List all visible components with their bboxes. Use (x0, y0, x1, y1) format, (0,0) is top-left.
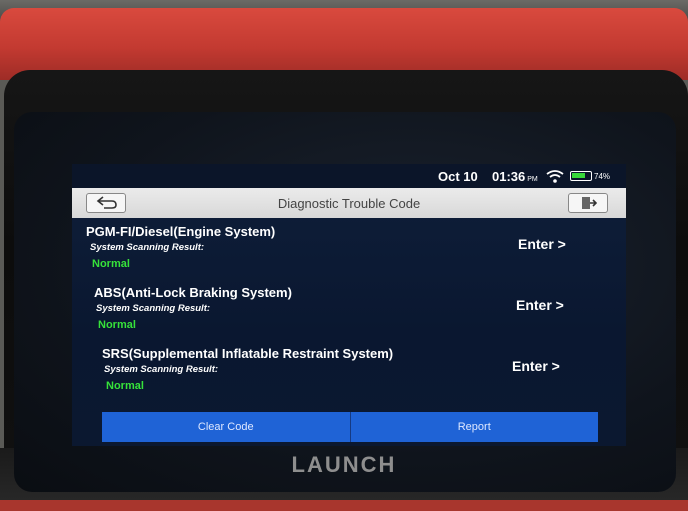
system-name: SRS(Supplemental Inflatable Restraint Sy… (102, 346, 394, 361)
enter-button-abs[interactable]: Enter > (516, 297, 564, 313)
system-row-srs: SRS(Supplemental Inflatable Restraint Sy… (72, 346, 626, 404)
system-row-engine: PGM-FI/Diesel(Engine System) System Scan… (72, 224, 626, 282)
exit-icon (582, 197, 597, 209)
system-row-abs: ABS(Anti-Lock Braking System) System Sca… (72, 285, 626, 343)
system-name: PGM-FI/Diesel(Engine System) (86, 224, 276, 239)
scan-result-label: System Scanning Result: (104, 364, 219, 375)
battery-percent: 74% (594, 172, 611, 181)
enter-button-srs[interactable]: Enter > (512, 358, 560, 374)
status-date: Oct 10 (438, 169, 478, 184)
scan-result-label: System Scanning Result: (96, 303, 211, 314)
brand-logo: LAUNCH (291, 452, 397, 477)
status-time-value: 01:36 (492, 169, 526, 184)
action-bar: Clear Code Report (102, 412, 598, 442)
status-bar: Oct 10 01:36 PM 74% (72, 164, 626, 188)
status-ampm: PM (527, 176, 538, 183)
battery-icon (570, 171, 592, 181)
scan-result-status: Normal (106, 380, 144, 392)
device-frame-bottom (0, 500, 688, 511)
status-time: 01:36 PM (492, 169, 538, 184)
page-title: Diagnostic Trouble Code (277, 196, 421, 211)
scan-result-status: Normal (92, 258, 130, 270)
clear-code-button[interactable]: Clear Code (102, 412, 350, 442)
scan-result-status: Normal (98, 319, 136, 331)
exit-button[interactable] (568, 193, 608, 213)
scan-result-label: System Scanning Result: (90, 242, 205, 253)
wifi-icon (546, 170, 564, 183)
title-bar: Diagnostic Trouble Code (72, 188, 626, 218)
report-button[interactable]: Report (351, 412, 599, 442)
battery-fill (572, 173, 585, 178)
enter-button-engine[interactable]: Enter > (518, 236, 566, 252)
device-screen: Oct 10 01:36 PM 74% Diagnostic Trouble Co… (72, 164, 626, 446)
system-name: ABS(Anti-Lock Braking System) (94, 285, 292, 300)
